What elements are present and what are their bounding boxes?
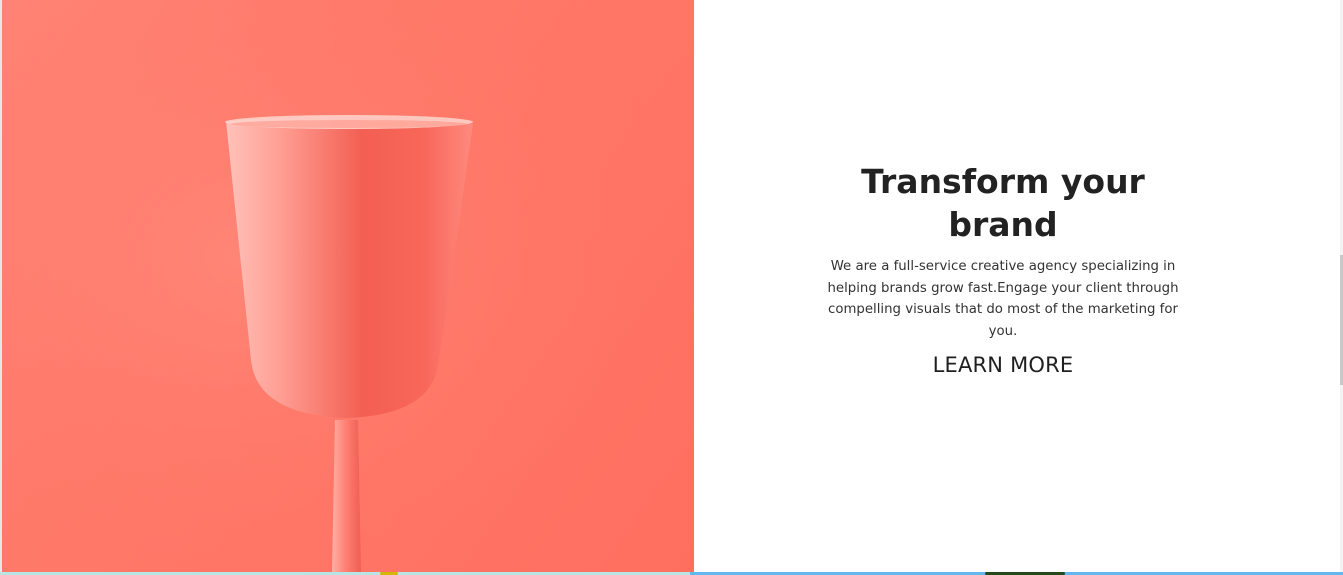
hero-title: Transform your brand	[861, 162, 1145, 244]
hero-text-block: Transform your brand We are a full-servi…	[804, 160, 1202, 378]
page: Transform your brand We are a full-servi…	[0, 0, 1343, 575]
hero-image	[2, 0, 694, 572]
hero-description: We are a full-service creative agency sp…	[827, 259, 1179, 339]
content-panel: Transform your brand We are a full-servi…	[694, 0, 1340, 572]
learn-more-link[interactable]: LEARN MORE	[933, 352, 1074, 378]
pink-wine-glass-icon	[2, 0, 694, 572]
